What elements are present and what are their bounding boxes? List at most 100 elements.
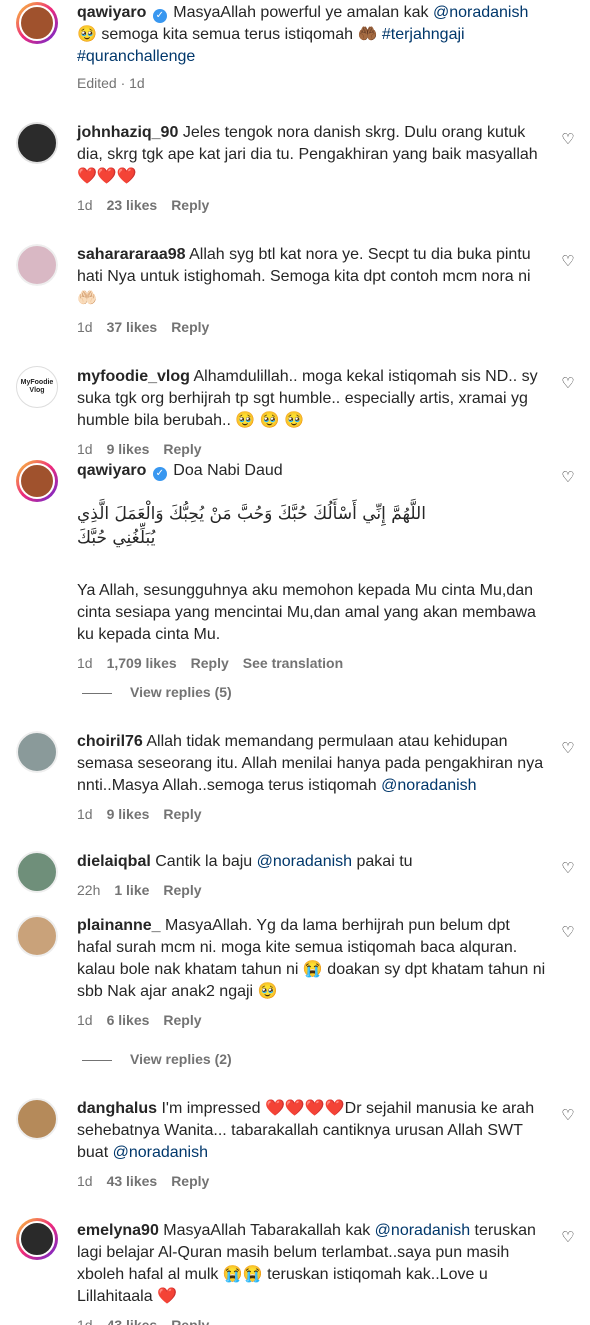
time: 1d [77, 319, 93, 335]
view-replies-button[interactable]: View replies (5) [82, 684, 232, 700]
edited-time: Edited · 1d [77, 75, 145, 91]
username[interactable]: danghalus [77, 1100, 157, 1117]
comment-text: MasyaAllah powerful ye amalan kak [173, 4, 433, 21]
reply-button[interactable]: Reply [163, 441, 201, 457]
avatar[interactable] [16, 1098, 58, 1140]
verified-badge-icon: ✓ [152, 467, 167, 481]
comment-body: qawiyaro ✓ MasyaAllah powerful ye amalan… [77, 2, 547, 68]
like-heart-icon[interactable]: ♡ [560, 1108, 576, 1124]
reply-button[interactable]: Reply [163, 882, 201, 898]
likes-count[interactable]: 9 likes [107, 806, 150, 822]
time: 1d [77, 1317, 93, 1325]
like-heart-icon[interactable]: ♡ [560, 470, 576, 486]
username[interactable]: plainanne_ [77, 917, 161, 934]
likes-count[interactable]: 23 likes [107, 197, 158, 213]
time: 1d [77, 441, 93, 457]
username[interactable]: dielaiqbal [77, 853, 151, 870]
reply-button[interactable]: Reply [171, 197, 209, 213]
username[interactable]: choiril76 [77, 733, 143, 750]
comment-meta: 1d 43 likes Reply [77, 1172, 547, 1190]
like-heart-icon[interactable]: ♡ [560, 861, 576, 877]
time: 1d [77, 1173, 93, 1189]
likes-count[interactable]: 6 likes [107, 1012, 150, 1028]
comment-meta: 1d 37 likes Reply [77, 318, 547, 336]
comment-text: Cantik la baju [155, 853, 257, 870]
likes-count[interactable]: 37 likes [107, 319, 158, 335]
avatar[interactable] [16, 122, 58, 164]
comment-meta: 1d 1,709 likes Reply See translation [77, 654, 547, 672]
time: 1d [77, 197, 93, 213]
time: 1d [77, 806, 93, 822]
comment-body: qawiyaro ✓ Doa Nabi Daud [77, 460, 547, 482]
avatar[interactable] [16, 244, 58, 286]
view-replies-label: View replies (2) [130, 1051, 232, 1067]
comment-meta: 1d 43 likes Reply [77, 1316, 547, 1325]
mention-link[interactable]: @noradanish [381, 777, 476, 794]
mention-link[interactable]: @noradanish [433, 4, 528, 21]
comment-meta: 1d 23 likes Reply [77, 196, 547, 214]
avatar[interactable] [16, 851, 58, 893]
username[interactable]: qawiyaro [77, 462, 146, 479]
comment-meta: Edited · 1d [77, 74, 547, 92]
reply-button[interactable]: Reply [171, 1173, 209, 1189]
username[interactable]: emelyna90 [77, 1222, 159, 1239]
comment-text: MasyaAllah Tabarakallah kak [163, 1222, 375, 1239]
comment-meta: 1d 6 likes Reply [77, 1011, 547, 1029]
reply-button[interactable]: Reply [163, 806, 201, 822]
likes-count[interactable]: 43 likes [107, 1173, 158, 1189]
avatar[interactable] [16, 915, 58, 957]
comment-body: emelyna90 MasyaAllah Tabarakallah kak @n… [77, 1220, 547, 1308]
like-heart-icon[interactable]: ♡ [560, 376, 576, 392]
avatar[interactable] [16, 460, 58, 502]
comment-meta: 1d 9 likes Reply [77, 805, 547, 823]
comment-body: dielaiqbal Cantik la baju @noradanish pa… [77, 851, 547, 873]
comment-body: plainanne_ MasyaAllah. Yg da lama berhij… [77, 915, 547, 1003]
divider-line [82, 1059, 112, 1061]
avatar[interactable] [16, 1218, 58, 1260]
username[interactable]: myfoodie_vlog [77, 368, 190, 385]
divider-line [82, 692, 112, 694]
avatar[interactable] [16, 731, 58, 773]
likes-count[interactable]: 43 likes [107, 1317, 158, 1325]
like-heart-icon[interactable]: ♡ [560, 741, 576, 757]
like-heart-icon[interactable]: ♡ [560, 132, 576, 148]
reply-button[interactable]: Reply [171, 319, 209, 335]
comment-body: myfoodie_vlog Alhamdulillah.. moga kekal… [77, 366, 547, 432]
likes-count[interactable]: 1 like [114, 882, 149, 898]
comment-body: johnhaziq_90 Jeles tengok nora danish sk… [77, 122, 547, 188]
username[interactable]: johnhaziq_90 [77, 124, 178, 141]
avatar-logo-text: MyFoodie Vlog [20, 379, 54, 394]
reply-button[interactable]: Reply [171, 1317, 209, 1325]
time: 22h [77, 882, 101, 898]
username[interactable]: qawiyaro [77, 4, 146, 21]
comment-text: Doa Nabi Daud [173, 462, 283, 479]
comment-meta: 22h 1 like Reply [77, 881, 547, 899]
likes-count[interactable]: 1,709 likes [107, 655, 177, 671]
comment-body: saharararaa98 Allah syg btl kat nora ye.… [77, 244, 547, 310]
avatar[interactable] [16, 2, 58, 44]
comment-body: choiril76 Allah tidak memandang permulaa… [77, 731, 547, 797]
time: 1d [77, 655, 93, 671]
translation-text: Ya Allah, sesungguhnya aku memohon kepad… [77, 582, 536, 643]
avatar[interactable]: MyFoodie Vlog [16, 366, 58, 408]
view-replies-label: View replies (5) [130, 684, 232, 700]
likes-count[interactable]: 9 likes [107, 441, 150, 457]
mention-link[interactable]: @noradanish [257, 853, 352, 870]
comment-text-mid: 🥹 semoga kita semua terus istiqomah 🤲🏾 [77, 26, 382, 43]
mention-link[interactable]: @noradanish [375, 1222, 470, 1239]
comment-body: danghalus I'm impressed ❤️❤️❤️❤️Dr sejah… [77, 1098, 547, 1164]
view-replies-button[interactable]: View replies (2) [82, 1051, 232, 1067]
see-translation-button[interactable]: See translation [243, 655, 343, 671]
arabic-prayer-text: اللَّهُمَّ إِنِّي أَسْأَلُكَ حُبَّكَ وَح… [77, 504, 426, 548]
reply-button[interactable]: Reply [191, 655, 229, 671]
like-heart-icon[interactable]: ♡ [560, 1230, 576, 1246]
time: 1d [77, 1012, 93, 1028]
username[interactable]: saharararaa98 [77, 246, 186, 263]
comment-meta: 1d 9 likes Reply [77, 440, 547, 458]
mention-link[interactable]: @noradanish [113, 1144, 208, 1161]
reply-button[interactable]: Reply [163, 1012, 201, 1028]
like-heart-icon[interactable]: ♡ [560, 925, 576, 941]
verified-badge-icon: ✓ [152, 9, 167, 23]
comment-text-post: pakai tu [352, 853, 413, 870]
like-heart-icon[interactable]: ♡ [560, 254, 576, 270]
